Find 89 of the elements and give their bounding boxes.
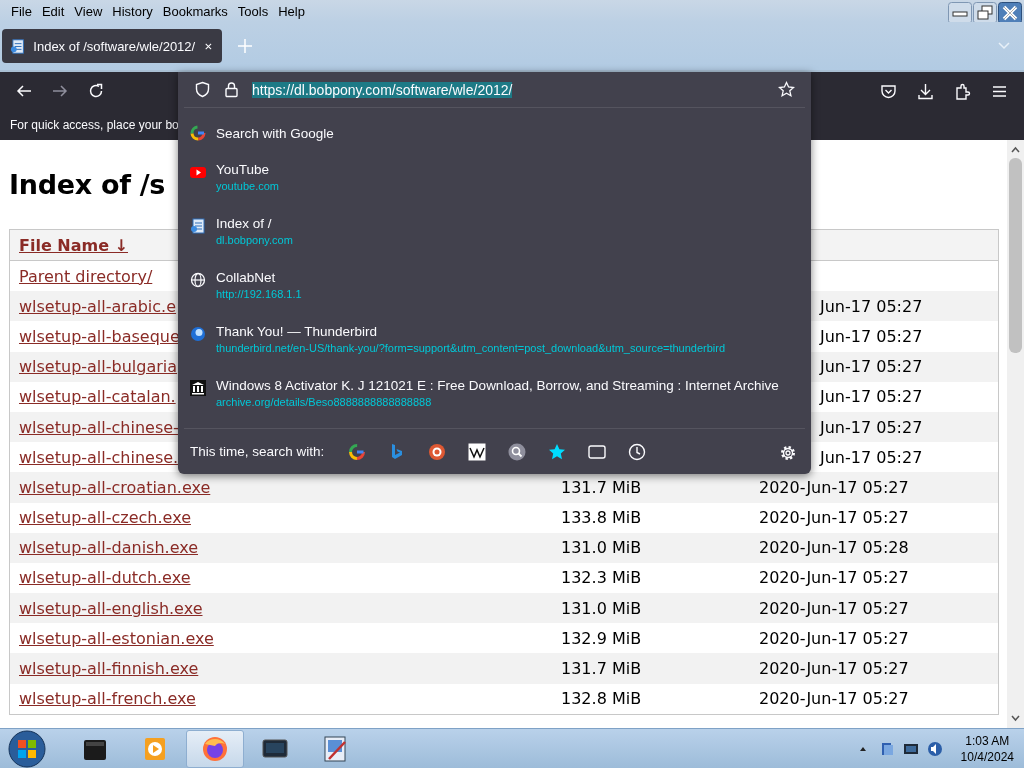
menu-icon[interactable]: [991, 83, 1008, 100]
taskbar-button[interactable]: [186, 729, 244, 768]
clock[interactable]: 1:03 AM 10/4/2024: [960, 732, 1014, 765]
museum-icon: [190, 380, 206, 397]
bookmarks-hint: For quick access, place your bo: [10, 118, 179, 132]
file-date: Jun-17 05:27: [820, 387, 923, 407]
file-date: 2020-Jun-17 05:27: [759, 568, 909, 588]
file-link[interactable]: wlsetup-all-bulgaria: [19, 357, 178, 377]
pocket-icon[interactable]: [880, 83, 897, 100]
file-link[interactable]: wlsetup-all-dutch.exe: [19, 568, 191, 588]
scrollbar[interactable]: [1007, 140, 1024, 728]
file-date: Jun-17 05:27: [820, 357, 923, 377]
browser-tab[interactable]: Index of /software/wle/2012/: [2, 29, 222, 63]
file-date: Jun-17 05:27: [820, 417, 923, 437]
globe-icon: [190, 272, 206, 289]
start-button[interactable]: [8, 729, 46, 768]
file-link[interactable]: wlsetup-all-catalan.: [19, 387, 176, 407]
wikipedia-icon[interactable]: [468, 442, 487, 461]
file-link[interactable]: wlsetup-all-chinese-: [19, 417, 179, 437]
suggestion-item[interactable]: Search with Google: [178, 112, 811, 159]
file-date: Jun-17 05:27: [820, 296, 923, 316]
star-icon[interactable]: [778, 81, 795, 99]
suggestion-item[interactable]: YouTube youtube.com: [178, 158, 811, 213]
google-icon[interactable]: [348, 442, 367, 461]
download-icon[interactable]: [917, 83, 934, 100]
menu-item[interactable]: Tools: [232, 3, 274, 19]
page-heading: Index of /s: [9, 168, 166, 202]
page-icon: [10, 37, 26, 55]
tab-icon[interactable]: [588, 442, 607, 461]
file-size: 131.7 MiB: [561, 477, 642, 497]
bookmark-star-icon[interactable]: [548, 442, 567, 461]
menu-item[interactable]: Help: [273, 3, 310, 19]
file-link[interactable]: wlsetup-all-french.exe: [19, 689, 196, 709]
file-link[interactable]: wlsetup-all-english.exe: [19, 598, 203, 618]
file-date: 2020-Jun-17 05:27: [759, 689, 909, 709]
file-date: 2020-Jun-17 05:27: [759, 477, 909, 497]
file-date: 2020-Jun-17 05:27: [759, 628, 909, 648]
file-size: 131.0 MiB: [561, 598, 642, 618]
suggestion-item[interactable]: Index of / dl.bobpony.com: [178, 212, 811, 267]
file-link[interactable]: wlsetup-all-czech.exe: [19, 508, 191, 528]
file-link[interactable]: wlsetup-all-arabic.e: [19, 296, 177, 316]
clock-time: 1:03 AM: [965, 732, 1010, 749]
file-link[interactable]: wlsetup-all-finnish.exe: [19, 659, 199, 679]
duck-icon[interactable]: [428, 442, 447, 461]
menu-item[interactable]: History: [107, 3, 158, 19]
search-icon[interactable]: [508, 442, 527, 461]
file-date: 2020-Jun-17 05:28: [759, 538, 909, 558]
youtube-icon: [190, 164, 206, 181]
file-size: 132.8 MiB: [561, 689, 642, 709]
shield-icon[interactable]: [194, 81, 211, 99]
file-date: Jun-17 05:27: [820, 447, 923, 467]
file-link[interactable]: wlsetup-all-croatian.exe: [19, 477, 211, 497]
file-link[interactable]: wlsetup-all-chinese.: [19, 447, 179, 467]
file-size: 133.8 MiB: [561, 508, 642, 528]
suggestion-item[interactable]: CollabNet http://192.168.1.1: [178, 266, 811, 321]
menu-item[interactable]: View: [69, 3, 108, 19]
file-date: 2020-Jun-17 05:27: [759, 598, 909, 618]
file-link[interactable]: wlsetup-all-baseque: [19, 326, 180, 346]
forward-icon: [52, 83, 68, 99]
lock-icon[interactable]: [223, 81, 240, 99]
settings-icon[interactable]: [779, 444, 797, 463]
file-link[interactable]: Parent directory/: [19, 266, 153, 286]
clock-date: 10/4/2024: [960, 748, 1014, 765]
file-size: 131.7 MiB: [561, 659, 642, 679]
close-button[interactable]: [998, 2, 1022, 24]
file-size: 131.0 MiB: [561, 538, 642, 558]
file-size: 132.9 MiB: [561, 628, 642, 648]
file-date: 2020-Jun-17 05:27: [759, 508, 909, 528]
minimize-button[interactable]: [948, 2, 972, 24]
menu-item[interactable]: Edit: [36, 3, 70, 19]
search-with-label: This time, search with:: [190, 444, 325, 460]
page-icon: [190, 218, 206, 235]
file-link[interactable]: wlsetup-all-danish.exe: [19, 538, 198, 558]
suggestion-item[interactable]: Thank You! — Thunderbird thunderbird.net/en-US/thank-you/?form=support&utm_content=post_download&utm_source=thunderbird: [178, 320, 811, 375]
file-date: Jun-17 05:27: [820, 326, 923, 346]
bird-icon: [190, 326, 206, 343]
google-icon: [190, 125, 206, 142]
file-date: 2020-Jun-17 05:27: [759, 659, 909, 679]
history-icon[interactable]: [628, 442, 647, 461]
suggestion-item[interactable]: Windows 8 Activator K. J 121021 E : Free Download, Borrow, and Streaming : Internet Archive archive.org/details/Beso8888888888888888: [178, 374, 811, 429]
reload-icon[interactable]: [88, 83, 104, 99]
menu-item[interactable]: Bookmarks: [157, 3, 233, 19]
back-icon[interactable]: [16, 83, 32, 99]
speaker-icon[interactable]: [926, 740, 943, 757]
puzzle-icon[interactable]: [954, 83, 971, 100]
file-size: 132.3 MiB: [561, 568, 642, 588]
restore-button[interactable]: [973, 2, 997, 24]
menu-item[interactable]: File: [6, 3, 37, 19]
file-link[interactable]: wlsetup-all-estonian.exe: [19, 628, 214, 648]
